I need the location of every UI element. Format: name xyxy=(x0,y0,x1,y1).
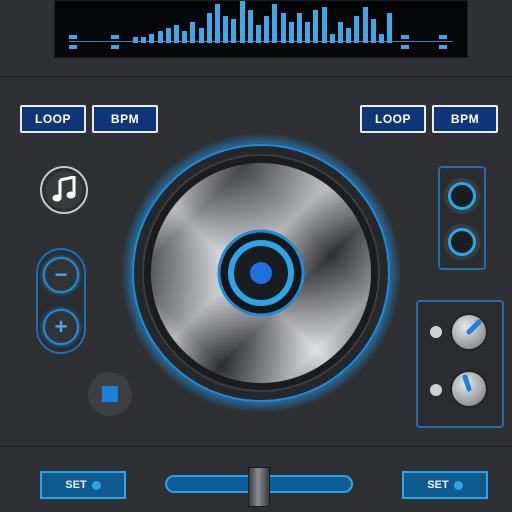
spectrum-bar xyxy=(264,16,270,43)
spectrum-bar xyxy=(206,13,212,43)
spectrum-bar xyxy=(305,22,311,43)
cue-panel xyxy=(438,166,486,270)
spectrum-bar xyxy=(362,7,368,43)
loop-button-right[interactable]: LOOP xyxy=(360,105,426,133)
spectrum-bar xyxy=(157,31,163,43)
spectrum-bar xyxy=(387,13,393,43)
minus-icon: − xyxy=(54,262,68,287)
spectrum-bar xyxy=(247,10,253,43)
spectrum-bar xyxy=(223,16,229,43)
knob-indicator-dot xyxy=(430,384,442,396)
spectrum-display xyxy=(54,0,468,58)
spectrum-bar xyxy=(256,25,261,43)
spectrum-bar xyxy=(297,13,302,43)
spectrum-bar xyxy=(133,37,138,43)
spectrum-bar xyxy=(231,19,237,43)
effects-knob-panel xyxy=(416,300,504,428)
spectrum-bar xyxy=(280,13,286,43)
bpm-button-left[interactable]: BPM xyxy=(92,105,158,133)
spectrum-baseline xyxy=(69,41,453,42)
spectrum-bar xyxy=(288,22,294,43)
spectrum-bar xyxy=(370,19,376,43)
crossfader-handle[interactable] xyxy=(248,467,270,507)
spectrum-marker xyxy=(439,35,447,39)
spectrum-bar xyxy=(272,4,278,43)
disc-spindle xyxy=(250,262,272,284)
spectrum-bar xyxy=(215,4,220,43)
pitch-control: − + xyxy=(36,248,86,354)
cue-button-1[interactable] xyxy=(448,182,476,210)
effect-knob-2[interactable] xyxy=(452,372,486,406)
spectrum-marker xyxy=(111,35,119,39)
spectrum-bar xyxy=(321,7,327,43)
stop-icon xyxy=(102,386,118,402)
spectrum-bar xyxy=(190,22,196,43)
spectrum-bar xyxy=(149,34,155,43)
bottom-divider xyxy=(0,446,512,447)
effect-knob-1[interactable] xyxy=(452,315,486,349)
set-button-right[interactable]: SET xyxy=(402,471,488,499)
loop-button-left[interactable]: LOOP xyxy=(20,105,86,133)
spectrum-marker xyxy=(401,45,409,49)
led-icon xyxy=(453,480,463,490)
spectrum-bar xyxy=(174,25,179,43)
music-library-button[interactable] xyxy=(40,166,88,214)
spectrum-bar xyxy=(198,28,204,43)
spectrum-bar xyxy=(239,1,245,43)
plus-icon: + xyxy=(54,314,68,339)
spectrum-marker xyxy=(111,45,119,49)
spectrum-marker xyxy=(69,35,77,39)
spectrum-bar xyxy=(338,22,343,43)
pitch-minus-button[interactable]: − xyxy=(43,257,79,293)
knob-indicator-dot xyxy=(430,326,442,338)
spectrum-marker xyxy=(439,45,447,49)
top-divider xyxy=(0,76,512,77)
jog-wheel[interactable] xyxy=(120,132,402,414)
spectrum-bar xyxy=(182,31,188,43)
led-icon xyxy=(91,480,101,490)
bpm-button-right[interactable]: BPM xyxy=(432,105,498,133)
spectrum-bar xyxy=(141,37,147,43)
set-label-right: SET xyxy=(427,479,449,491)
cue-button-2[interactable] xyxy=(448,228,476,256)
spectrum-bar xyxy=(165,28,171,43)
set-button-left[interactable]: SET xyxy=(40,471,126,499)
spectrum-bar xyxy=(329,34,335,43)
spectrum-bar xyxy=(313,10,319,43)
knob-pointer-icon xyxy=(466,319,482,335)
spectrum-bar xyxy=(354,16,360,43)
music-note-icon xyxy=(52,176,76,202)
spectrum-bar xyxy=(379,34,384,43)
knob-pointer-icon xyxy=(462,374,472,392)
set-label-left: SET xyxy=(65,479,87,491)
spectrum-marker xyxy=(69,45,77,49)
pitch-plus-button[interactable]: + xyxy=(43,309,79,345)
spectrum-bar xyxy=(346,28,352,43)
spectrum-marker xyxy=(401,35,409,39)
